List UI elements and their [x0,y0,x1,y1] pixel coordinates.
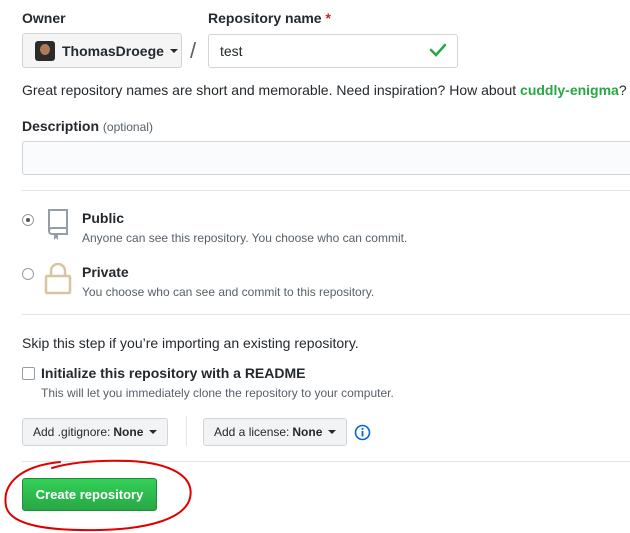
license-value: None [292,425,323,439]
skip-step-text: Skip this step if you’re importing an ex… [22,335,359,351]
required-mark: * [325,10,331,26]
caret-down-icon [169,48,178,53]
repo-name-value: test [220,43,243,59]
divider [22,461,630,462]
gitignore-value: None [113,425,144,439]
description-label: Description (optional) [22,118,153,134]
info-icon[interactable] [354,424,371,441]
repo-icon [48,209,68,240]
readme-desc: This will let you immediately clone the … [41,386,394,400]
readme-label[interactable]: Initialize this repository with a README [41,365,305,381]
gitignore-dropdown[interactable]: Add .gitignore: None [22,418,169,446]
private-title: Private [82,264,129,280]
repo-name-input[interactable]: test [208,34,458,68]
divider [22,190,630,191]
lock-icon [44,262,72,295]
create-repository-button[interactable]: Create repository [22,478,157,511]
caret-down-icon [149,430,158,434]
hint-end: ? [618,82,627,98]
hint-text: Great repository names are short and mem… [22,82,521,98]
description-input[interactable] [22,141,630,175]
check-icon [429,43,447,57]
repo-name-label: Repository name * [208,10,331,26]
optional-tag: (optional) [102,120,153,134]
repo-name-label-text: Repository name [208,10,322,26]
name-suggestion-link[interactable]: cuddly-enigma [520,82,619,98]
caret-down-icon [328,430,337,434]
divider [22,314,630,315]
owner-repo-separator: / [190,38,197,63]
owner-label: Owner [22,10,66,26]
owner-name: ThomasDroege [62,42,164,59]
gitignore-label: Add .gitignore: [33,425,111,439]
public-title: Public [82,210,125,226]
public-radio[interactable] [22,214,34,226]
private-radio[interactable] [22,268,34,280]
private-desc: You choose who can see and commit to thi… [82,285,375,299]
owner-dropdown[interactable]: ThomasDroege [22,33,182,68]
license-label: Add a license: [214,425,290,439]
public-desc: Anyone can see this repository. You choo… [82,231,408,245]
avatar [35,40,55,61]
license-dropdown[interactable]: Add a license: None [203,418,348,446]
vertical-divider [186,416,187,446]
readme-checkbox[interactable] [22,367,35,380]
repo-name-hint: Great repository names are short and mem… [22,82,627,98]
description-label-text: Description [22,118,100,134]
